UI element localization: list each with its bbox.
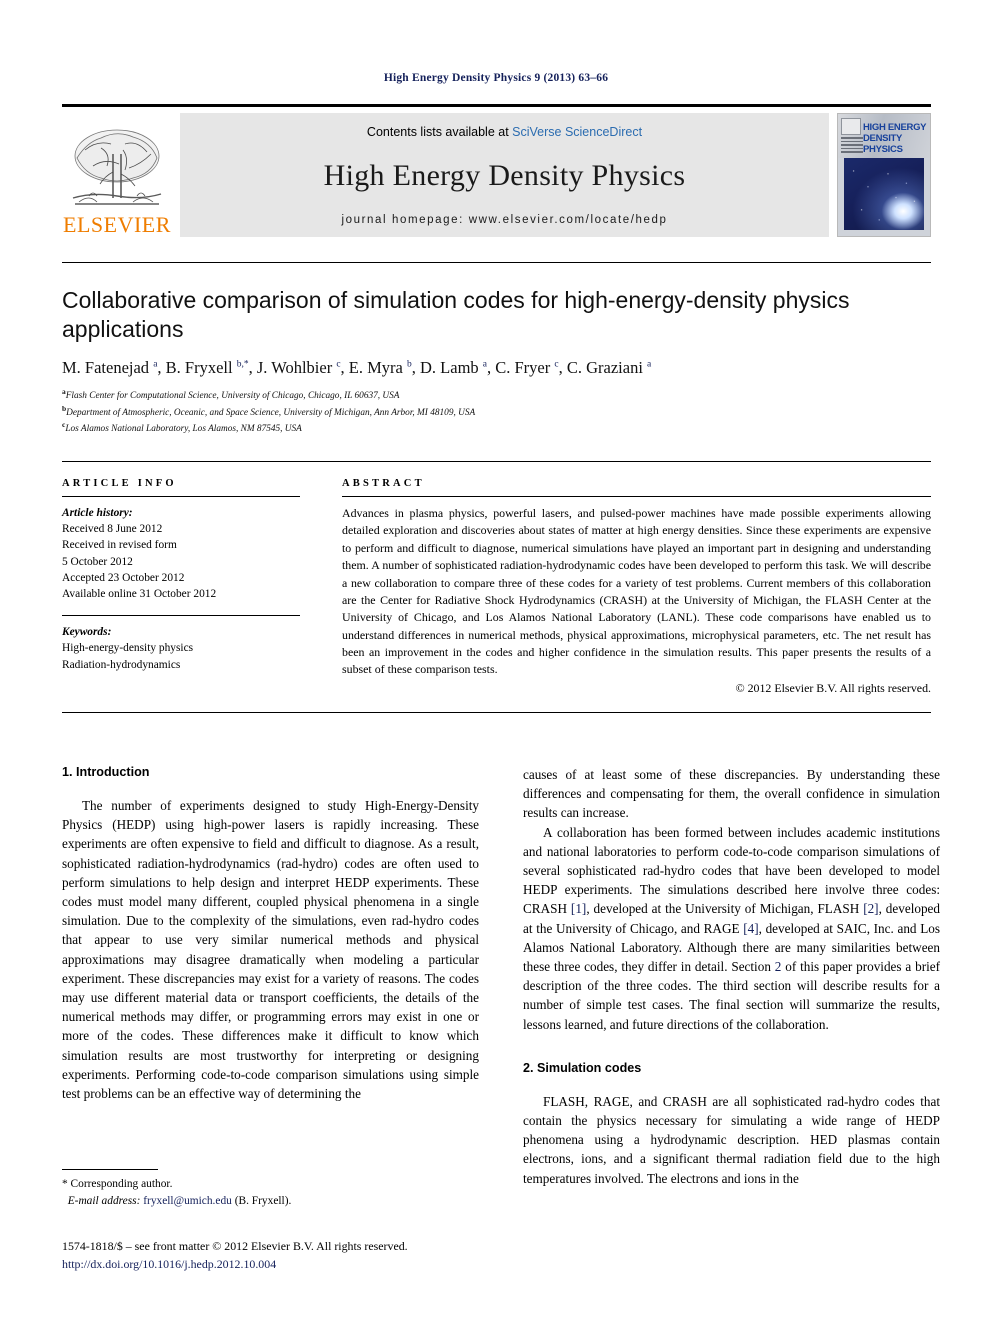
cover-logo-box	[841, 118, 861, 135]
email-label: E-mail address:	[67, 1194, 141, 1207]
abstract-column: ABSTRACT Advances in plasma physics, pow…	[342, 478, 931, 696]
article-info-and-abstract: ARTICLE INFO Article history: Received 8…	[62, 478, 931, 696]
section-heading-simulation-codes: 2. Simulation codes	[523, 1060, 642, 1075]
history-item: Received 8 June 2012	[62, 523, 163, 536]
sciencedirect-link[interactable]: SciVerse ScienceDirect	[512, 125, 642, 139]
running-head: High Energy Density Physics 9 (2013) 63–…	[383, 72, 609, 84]
elsevier-tree-icon	[72, 129, 162, 205]
elsevier-logo: ELSEVIER	[62, 113, 172, 237]
keywords-rule	[62, 615, 300, 617]
abstract-heading: ABSTRACT	[342, 478, 425, 489]
page-title: Collaborative comparison of simulation c…	[62, 287, 850, 342]
article-info-column: ARTICLE INFO Article history: Received 8…	[62, 478, 300, 696]
journal-title: High Energy Density Physics	[323, 159, 686, 192]
journal-masthead: ELSEVIER Contents lists available at Sci…	[62, 104, 931, 237]
abstract-copyright: © 2012 Elsevier B.V. All rights reserved…	[735, 680, 931, 695]
author-list: M. Fatenejad a, B. Fryxell b,*, J. Wohlb…	[62, 358, 652, 377]
history-item: Received in revised form	[62, 539, 177, 552]
cover-starfield-image	[844, 158, 924, 230]
cover-title-text: HIGH ENERGY DENSITY PHYSICS	[863, 122, 930, 156]
intro-p2-part-b: , developed at the University of Michiga…	[586, 901, 864, 917]
intro-paragraph-1: The number of experiments designed to st…	[62, 798, 479, 1102]
email-suffix: (B. Fryxell).	[234, 1194, 292, 1207]
intro-paragraph-2: A collaboration has been formed between …	[523, 823, 940, 1034]
contents-prefix: Contents lists available at	[366, 125, 513, 139]
keyword-item: Radiation-hydrodynamics	[62, 658, 181, 671]
keyword-item: High-energy-density physics	[62, 642, 194, 655]
body-right-column: causes of at least some of these discrep…	[523, 765, 940, 1188]
article-info-heading: ARTICLE INFO	[62, 478, 177, 489]
journal-band: Contents lists available at SciVerse Sci…	[180, 113, 829, 237]
doi-link[interactable]: http://dx.doi.org/10.1016/j.hedp.2012.10…	[62, 1257, 276, 1271]
history-item: 5 October 2012	[62, 555, 133, 568]
corresponding-author-note: * Corresponding author.	[62, 1178, 173, 1190]
abstract-divider-bottom	[62, 712, 931, 713]
title-divider	[62, 262, 931, 263]
paper-page: High Energy Density Physics 9 (2013) 63–…	[0, 0, 992, 1323]
citation-ref-4[interactable]: [4]	[743, 921, 758, 936]
footnote-block: * Corresponding author. E-mail address: …	[62, 1176, 479, 1209]
article-history-label: Article history:	[62, 507, 133, 519]
affiliation-list: aFlash Center for Computational Science,…	[62, 387, 940, 437]
journal-cover-thumbnail: HIGH ENERGY DENSITY PHYSICS	[837, 113, 931, 237]
abstract-text: Advances in plasma physics, powerful las…	[342, 506, 931, 677]
elsevier-wordmark: ELSEVIER	[63, 212, 171, 237]
page-footer: 1574-1818/$ – see front matter © 2012 El…	[62, 1238, 562, 1274]
cover-title-line-2: DENSITY PHYSICS	[863, 132, 903, 155]
history-item: Accepted 23 October 2012	[62, 571, 185, 584]
keywords-block: Keywords: High-energy-density physics Ra…	[62, 624, 300, 673]
affiliation-item: aFlash Center for Computational Science,…	[62, 387, 400, 402]
history-item: Available online 31 October 2012	[62, 587, 217, 600]
journal-homepage-line[interactable]: journal homepage: www.elsevier.com/locat…	[180, 214, 829, 226]
citation-ref-2[interactable]: [2]	[863, 901, 878, 916]
keywords-label: Keywords:	[62, 626, 112, 639]
citation-ref-1[interactable]: [1]	[571, 901, 586, 916]
issn-copyright-line: 1574-1818/$ – see front matter © 2012 El…	[62, 1239, 408, 1253]
contents-available-line: Contents lists available at SciVerse Sci…	[180, 125, 829, 139]
footnote-divider	[62, 1169, 158, 1170]
simulation-codes-paragraph-1: FLASH, RAGE, and CRASH are all sophistic…	[523, 1093, 940, 1186]
email-link[interactable]: fryxell@umich.edu	[143, 1195, 232, 1207]
email-note: E-mail address: fryxell@umich.edu (B. Fr…	[62, 1193, 479, 1210]
affiliation-item: bDepartment of Atmospheric, Oceanic, and…	[62, 403, 476, 418]
affiliation-item: cLos Alamos National Laboratory, Los Ala…	[62, 420, 302, 435]
article-history-block: Article history: Received 8 June 2012 Re…	[62, 505, 300, 602]
abstract-divider-top	[62, 461, 931, 462]
body-left-column: 1. Introduction The number of experiment…	[62, 765, 479, 1188]
abstract-rule	[342, 496, 931, 497]
body-columns: 1. Introduction The number of experiment…	[62, 765, 940, 1188]
section-heading-introduction: 1. Introduction	[62, 765, 150, 779]
cover-header-strip: HIGH ENERGY DENSITY PHYSICS	[838, 114, 930, 158]
intro-paragraph-1-continued: causes of at least some of these discrep…	[523, 767, 940, 821]
article-info-rule	[62, 496, 300, 497]
cover-meta-lines	[841, 137, 863, 155]
